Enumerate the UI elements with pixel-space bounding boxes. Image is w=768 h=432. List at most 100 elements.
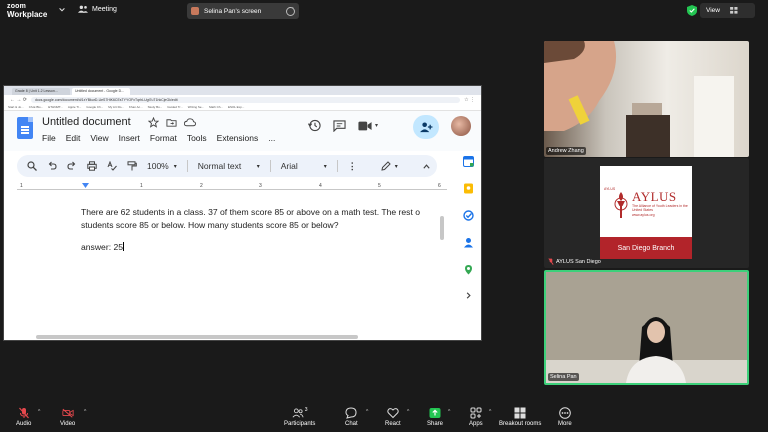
react-button[interactable]: React [385,407,401,427]
more-vertical-icon[interactable]: ⋮ [348,161,357,172]
search-icon[interactable] [27,161,37,171]
menu-file[interactable]: File [42,133,56,143]
user-avatar[interactable] [451,116,471,136]
chat-button[interactable]: Chat [345,407,358,427]
people-icon [292,408,304,418]
aylus-title: AYLUS [632,189,677,204]
bookmark[interactable]: Khan Ac... [129,105,143,109]
calendar-icon[interactable] [462,156,474,167]
vertical-scrollbar[interactable] [440,216,444,240]
menu-edit[interactable]: Edit [66,133,81,143]
chevron-down-icon[interactable] [58,6,66,14]
share-screen-button[interactable]: Share [427,407,443,427]
font-value: Arial [280,161,298,171]
menu-view[interactable]: View [90,133,108,143]
menu-more[interactable]: ... [268,133,275,143]
chevron-up-icon[interactable]: ^ [84,409,86,415]
horizontal-scrollbar[interactable] [36,335,358,339]
video-label: Video [60,421,76,427]
spellcheck-icon[interactable] [107,161,117,171]
redo-icon[interactable] [67,161,77,171]
maps-icon[interactable] [463,264,474,275]
view-button[interactable]: View [700,3,755,18]
meeting-label: Meeting [92,5,117,13]
audio-button[interactable]: Audio [16,407,31,427]
bookmark[interactable]: Study Bu... [148,105,163,109]
address-bar[interactable]: docs.google.com/document/d/1xYBkurD-UeS7… [30,96,461,103]
bookmark[interactable]: Apple Tr... [68,105,82,109]
screen-share-indicator[interactable]: Selina Pan's screen [187,3,299,19]
browser-menu-icon[interactable]: ☆ ⋮ [464,97,475,103]
contacts-icon[interactable] [463,237,474,248]
aylus-subtitle: The Alliance of Youth Leaders in the Uni… [632,204,688,217]
docs-logo-icon[interactable] [17,117,33,139]
paint-format-icon[interactable] [127,161,137,171]
answer-text: answer: 25 [81,242,124,252]
ruler-tick-label: 5 [378,183,381,189]
chevron-up-icon[interactable]: ^ [366,409,368,415]
bookmark[interactable]: Start & Jo... [8,105,24,109]
video-button[interactable]: Video [60,407,75,427]
style-select[interactable]: Normal text [198,161,260,171]
undo-icon[interactable] [47,161,57,171]
bookmark[interactable]: ESOL Exp... [228,105,244,109]
aylus-branch-band: San Diego Branch [600,237,692,259]
meeting-menu[interactable]: Meeting [78,5,117,13]
ruler-tick-label: 3 [259,183,262,189]
camera-feed-andrew [544,41,734,157]
apps-button[interactable]: Apps [469,407,483,427]
menu-tools[interactable]: Tools [187,133,207,143]
chevron-up-icon[interactable]: ^ [489,409,491,415]
star-icon[interactable] [148,117,159,128]
bookmark[interactable]: Writing Se... [188,105,204,109]
pencil-icon [381,161,391,171]
video-tile-selina-active-speaker[interactable]: Selina Pan [544,270,749,385]
breakout-rooms-button[interactable]: Breakout rooms [499,407,541,427]
font-select[interactable]: Arial [281,161,327,171]
bookmark[interactable]: Google Ch... [86,105,103,109]
print-icon[interactable] [87,161,97,171]
document-body[interactable]: There are 62 students in a class. 37 of … [81,206,441,263]
bookmark[interactable]: My Art Ro... [108,105,124,109]
document-title[interactable]: Untitled document [42,116,131,128]
docs-share-button[interactable] [413,115,439,139]
chevron-up-icon[interactable]: ^ [407,409,409,415]
nav-arrows-icon[interactable]: ← → ⟳ [10,97,27,103]
move-folder-icon[interactable] [166,117,177,128]
history-icon[interactable] [308,119,321,132]
keep-icon[interactable] [463,183,474,194]
share-options-icon[interactable] [286,4,295,16]
editing-mode-button[interactable]: ▾ [381,161,398,171]
brand-line2: Workplace [7,10,48,19]
camera-feed-selina [546,272,747,383]
meet-button[interactable]: ▾ [358,121,378,131]
ruler-tick-label: 1 [140,183,143,189]
docs-menubar: File Edit View Insert Format Tools Exten… [42,133,275,143]
indent-marker[interactable] [82,183,89,188]
bookmark[interactable]: ETHNMT... [48,105,63,109]
menu-format[interactable]: Format [150,133,177,143]
shield-check-icon[interactable] [687,5,697,16]
chevron-right-icon[interactable] [464,291,473,300]
participants-button[interactable]: 3 Participants [284,407,315,427]
sharer-avatar [191,7,199,15]
chevron-up-icon[interactable] [422,162,431,171]
more-label: More [558,421,572,427]
menu-extensions[interactable]: Extensions [217,133,259,143]
zoom-select[interactable]: 100% [147,161,177,171]
menu-insert[interactable]: Insert [119,133,140,143]
cloud-status-icon[interactable] [184,117,196,128]
chat-icon [345,407,357,419]
bookmark[interactable]: Guided Tr... [167,105,183,109]
comment-icon[interactable] [333,119,346,132]
video-tile-andrew[interactable]: Andrew Zhang [544,41,749,157]
bookmark[interactable]: Ch-E Blo... [29,105,44,109]
video-tile-aylus[interactable]: AYLUS AYLUS The Alliance of Youth Leader… [544,158,749,268]
tasks-icon[interactable] [462,210,474,221]
browser-tab-active[interactable]: Untitled document - Google D... [72,88,130,95]
more-button[interactable]: More [558,407,572,427]
bookmark[interactable]: Math Ch... [209,105,223,109]
browser-tab[interactable]: Grade 8 | Unit 1.2 Lesson... [12,88,70,95]
chevron-up-icon[interactable]: ^ [448,409,450,415]
chevron-up-icon[interactable]: ^ [38,409,40,415]
